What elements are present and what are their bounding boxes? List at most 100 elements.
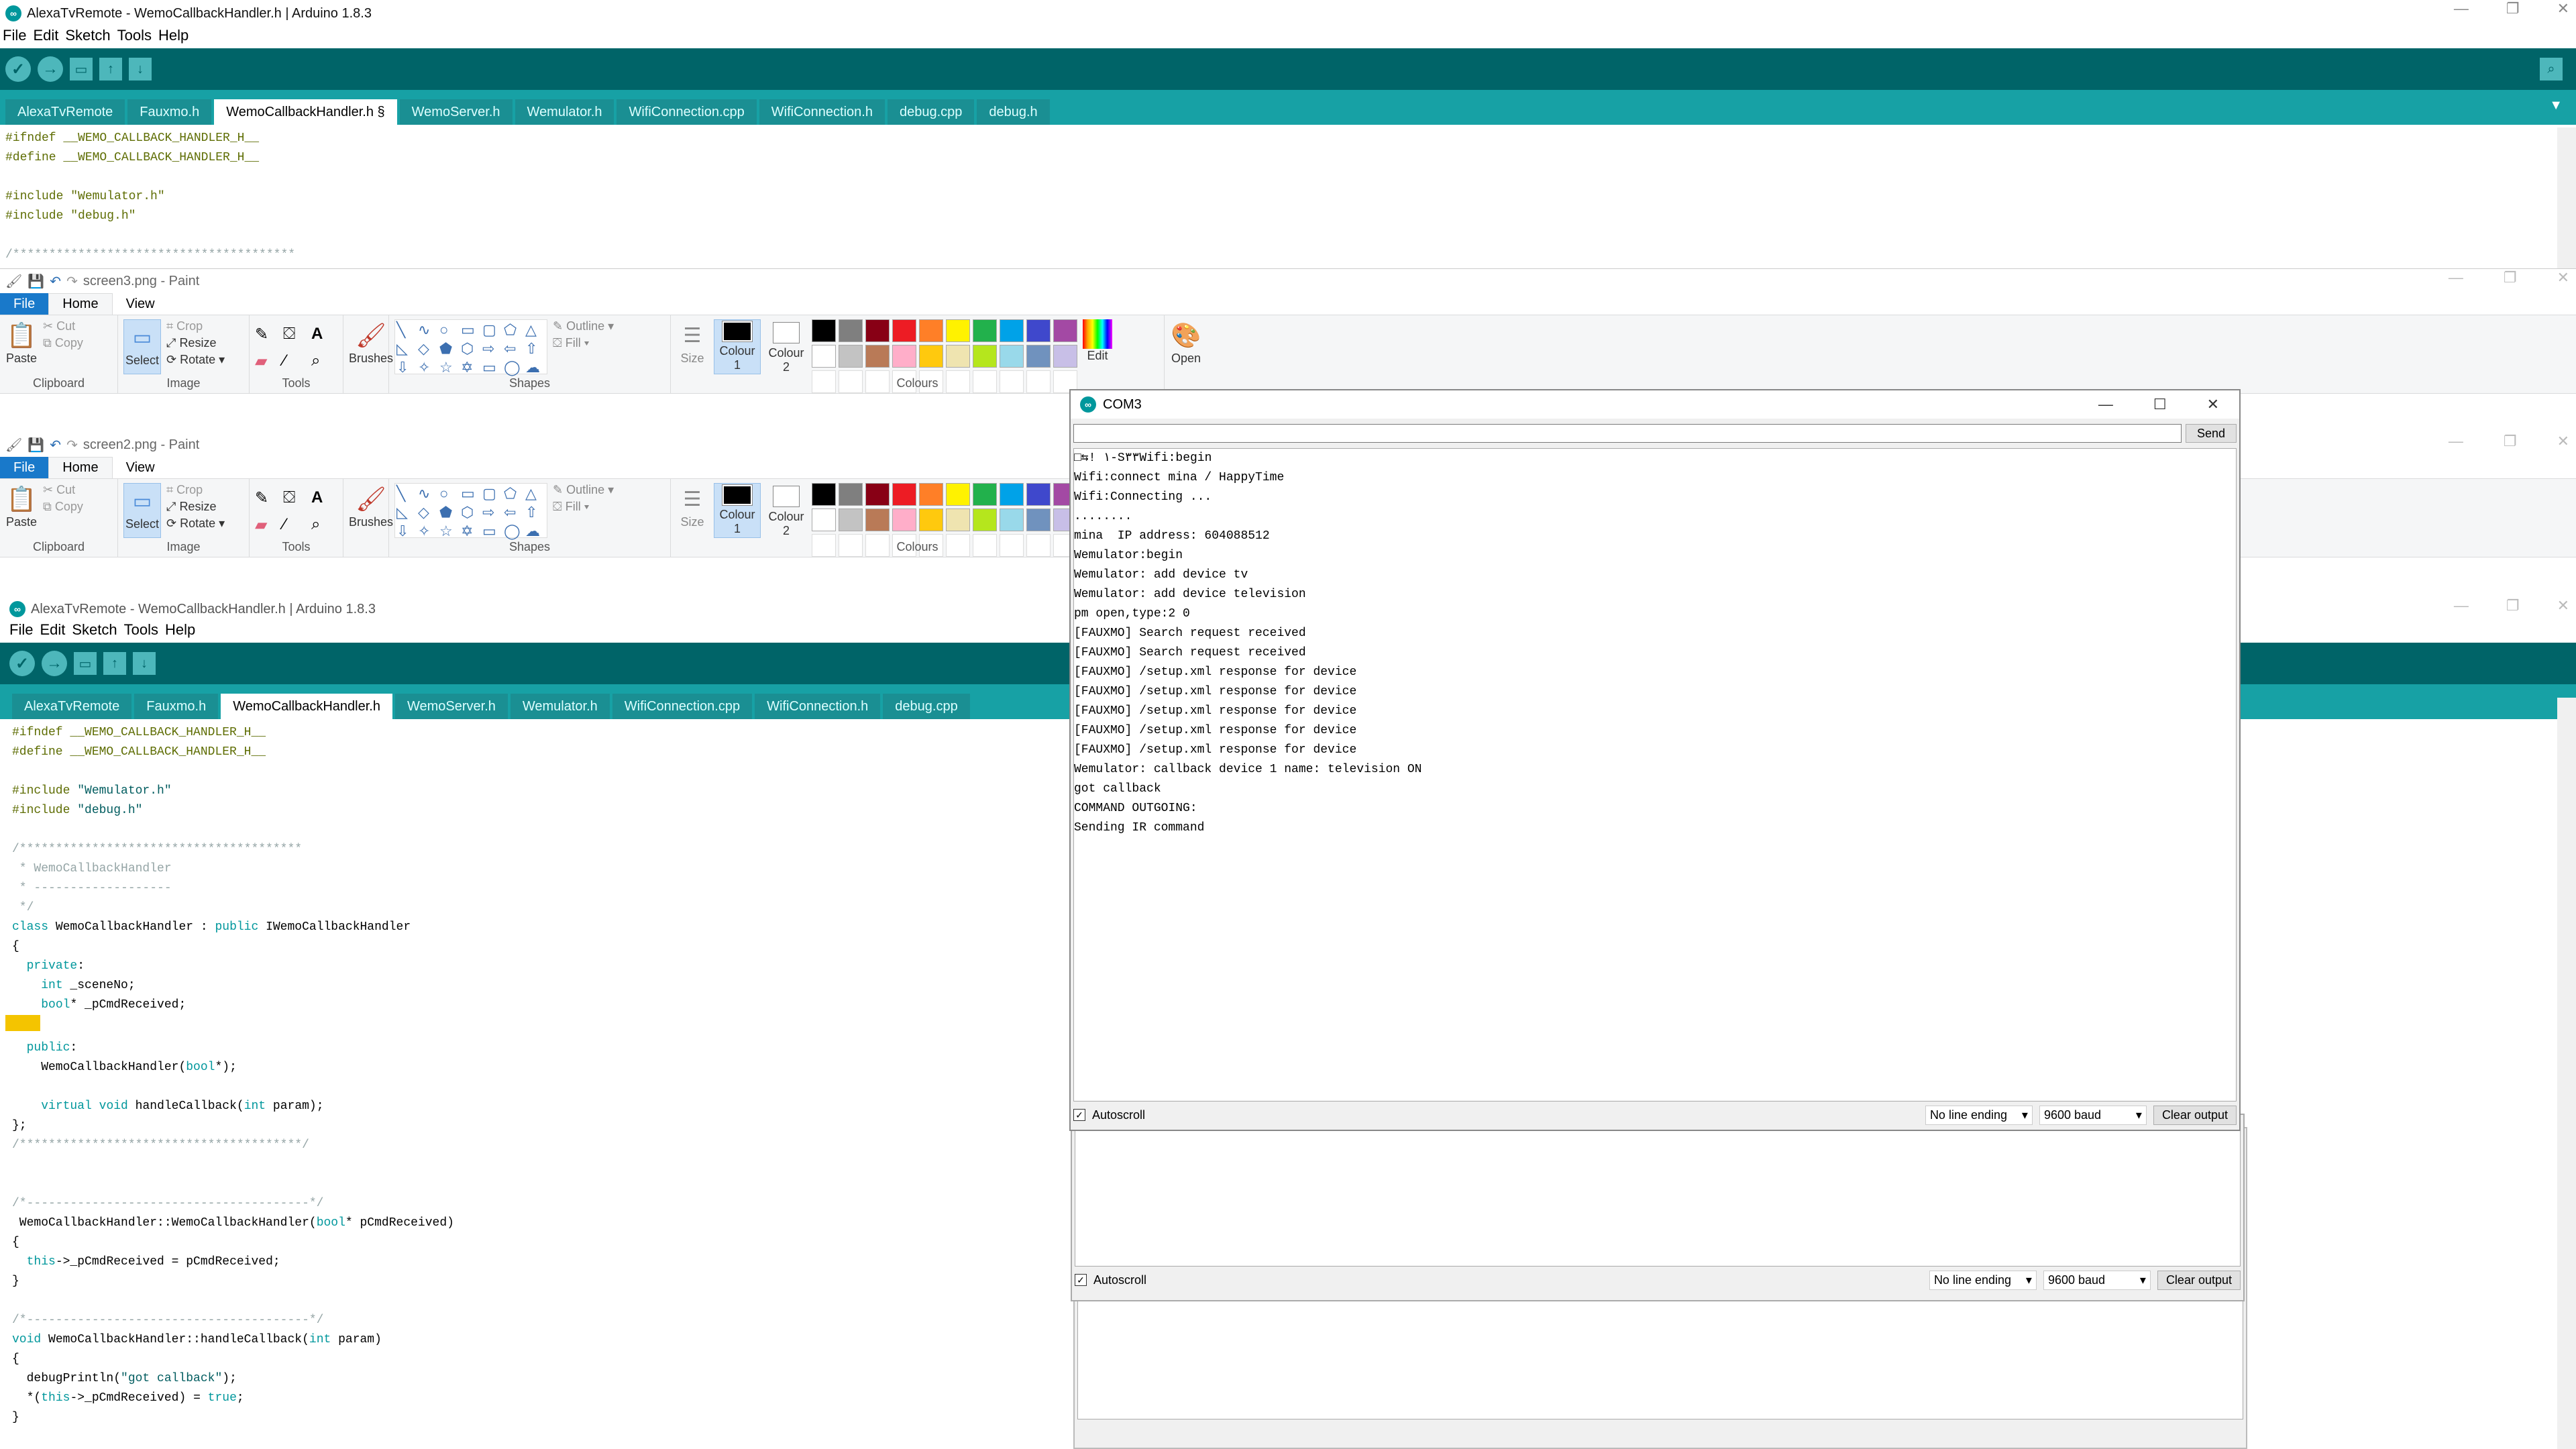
line-ending-select[interactable]: No line ending ▾ (1925, 1105, 2033, 1125)
ribbon-tab-view[interactable]: View (113, 293, 168, 315)
pentagon-icon[interactable]: ⬟ (439, 504, 460, 521)
editor-scrollbar[interactable] (2557, 127, 2576, 268)
palette-swatch[interactable] (812, 508, 836, 531)
triangle-icon[interactable]: △ (525, 485, 545, 502)
menu-help[interactable]: Help (165, 621, 195, 643)
palette-swatch[interactable] (973, 483, 997, 506)
palette-swatch[interactable] (919, 508, 943, 531)
palette-swatch[interactable] (919, 345, 943, 368)
colour1-button[interactable]: Colour 1 (714, 319, 761, 374)
rect-shape-icon[interactable]: ▭ (461, 485, 481, 502)
qat-save-icon[interactable]: 💾 (28, 437, 44, 453)
copy-button[interactable]: ⧉ Copy (43, 336, 83, 350)
palette-swatch[interactable] (812, 319, 836, 342)
arrow-right-icon[interactable]: ⇨ (482, 340, 502, 358)
code-editor[interactable]: #ifndef __WEMO_CALLBACK_HANDLER_H__ #def… (0, 719, 1060, 1428)
arrow-down-icon[interactable]: ⇩ (396, 359, 417, 376)
eraser-icon[interactable]: ▰ (255, 352, 279, 374)
restore-icon[interactable]: ❐ (2504, 269, 2517, 286)
palette-swatch[interactable] (839, 508, 863, 531)
palette-swatch[interactable] (1053, 345, 1077, 368)
open-button[interactable]: ↑ (99, 58, 122, 80)
palette-swatch[interactable] (1053, 319, 1077, 342)
tab-wemoserver[interactable]: WemoServer.h (394, 694, 508, 719)
arrow-left-icon[interactable]: ⇦ (504, 340, 524, 358)
colour2-button[interactable]: Colour 2 (766, 319, 806, 374)
text-icon[interactable]: A (311, 325, 335, 347)
palette-swatch[interactable] (865, 483, 890, 506)
magnifier-icon[interactable]: ⌕ (311, 515, 335, 538)
editor-scrollbar[interactable] (2557, 698, 2576, 1449)
menu-sketch[interactable]: Sketch (65, 27, 110, 48)
tab-debug-cpp[interactable]: debug.cpp (883, 694, 970, 719)
rect-shape-icon[interactable]: ▭ (461, 321, 481, 339)
tab-wificonnection-h[interactable]: WifiConnection.h (755, 694, 881, 719)
pencil-icon[interactable]: ✎ (255, 325, 279, 347)
verify-button[interactable]: ✓ (5, 56, 31, 82)
callout-oval-icon[interactable]: ◯ (504, 523, 524, 540)
arrow-right-icon[interactable]: ⇨ (482, 504, 502, 521)
menu-tools[interactable]: Tools (124, 621, 158, 643)
pencil-icon[interactable]: ✎ (255, 488, 279, 511)
baud-select[interactable]: 9600 baud ▾ (2043, 1270, 2151, 1290)
palette-swatch[interactable] (1026, 483, 1051, 506)
rotate-button[interactable]: ⟳ Rotate ▾ (166, 353, 225, 367)
palette-swatch[interactable] (973, 345, 997, 368)
star4-icon[interactable]: ✧ (418, 523, 438, 540)
star6-icon[interactable]: ✡ (461, 523, 481, 540)
arrow-left-icon[interactable]: ⇦ (504, 504, 524, 521)
save-button[interactable]: ↓ (129, 58, 152, 80)
tab-alexatvremote[interactable]: AlexaTvRemote (12, 694, 132, 719)
line-shape-icon[interactable]: ╲ (396, 485, 417, 502)
palette-swatch[interactable] (919, 319, 943, 342)
palette-swatch[interactable] (892, 483, 916, 506)
fill-bucket-icon[interactable]: ⛋ (283, 488, 307, 511)
palette-swatch[interactable] (892, 345, 916, 368)
palette-swatch[interactable] (865, 508, 890, 531)
palette-swatch[interactable] (946, 508, 970, 531)
right-triangle-icon[interactable]: ◺ (396, 340, 417, 358)
clear-output-button[interactable]: Clear output (2153, 1105, 2237, 1125)
qat-redo-icon[interactable]: ↷ (66, 437, 78, 453)
close-icon[interactable]: ✕ (2557, 269, 2569, 286)
brushes-button[interactable]: 🖌 Brushes (349, 319, 393, 374)
palette-swatch[interactable] (1026, 319, 1051, 342)
callout-cloud-icon[interactable]: ☁ (525, 523, 545, 540)
diamond-icon[interactable]: ◇ (418, 340, 438, 358)
callout-rect-icon[interactable]: ▭ (482, 523, 502, 540)
new-button[interactable]: ▭ (74, 652, 97, 675)
menu-help[interactable]: Help (158, 27, 189, 48)
minimize-icon[interactable]: — (2454, 597, 2469, 614)
palette-swatch[interactable] (1026, 345, 1051, 368)
menu-tools[interactable]: Tools (117, 27, 152, 48)
ribbon-tab-file[interactable]: File (0, 457, 49, 478)
size-button[interactable]: ☰ Size (676, 483, 708, 538)
tab-wemulator[interactable]: Wemulator.h (510, 694, 610, 719)
brushes-button[interactable]: 🖌 Brushes (349, 483, 393, 538)
line-ending-select[interactable]: No line ending ▾ (1929, 1270, 2037, 1290)
triangle-icon[interactable]: △ (525, 321, 545, 339)
color-picker-icon[interactable]: ⁄ (283, 515, 307, 538)
qat-save-icon[interactable]: 💾 (28, 273, 44, 290)
star4-icon[interactable]: ✧ (418, 359, 438, 376)
size-button[interactable]: ☰ Size (676, 319, 708, 374)
save-button[interactable]: ↓ (133, 652, 156, 675)
restore-icon[interactable]: ❐ (2504, 433, 2517, 450)
hexagon-icon[interactable]: ⬡ (461, 504, 481, 521)
palette-swatch[interactable] (1000, 508, 1024, 531)
tab-wificonnection-h[interactable]: WifiConnection.h (759, 99, 885, 125)
menu-edit[interactable]: Edit (33, 27, 58, 48)
callout-rect-icon[interactable]: ▭ (482, 359, 502, 376)
edit-colours-button[interactable]: Edit (1083, 319, 1112, 374)
tab-wemocallbackhandler[interactable]: WemoCallbackHandler.h (221, 694, 392, 719)
line-shape-icon[interactable]: ╲ (396, 321, 417, 339)
right-triangle-icon[interactable]: ◺ (396, 504, 417, 521)
magnifier-icon[interactable]: ⌕ (311, 352, 335, 374)
arrow-up-icon[interactable]: ⇧ (525, 340, 545, 358)
palette-swatch[interactable] (1026, 508, 1051, 531)
fill-button[interactable]: ⛋ Fill ▾ (553, 336, 614, 350)
palette-swatch[interactable] (892, 508, 916, 531)
outline-button[interactable]: ✎ Outline ▾ (553, 483, 614, 497)
tab-wificonnection-cpp[interactable]: WifiConnection.cpp (616, 99, 757, 125)
rounded-rect-icon[interactable]: ▢ (482, 485, 502, 502)
